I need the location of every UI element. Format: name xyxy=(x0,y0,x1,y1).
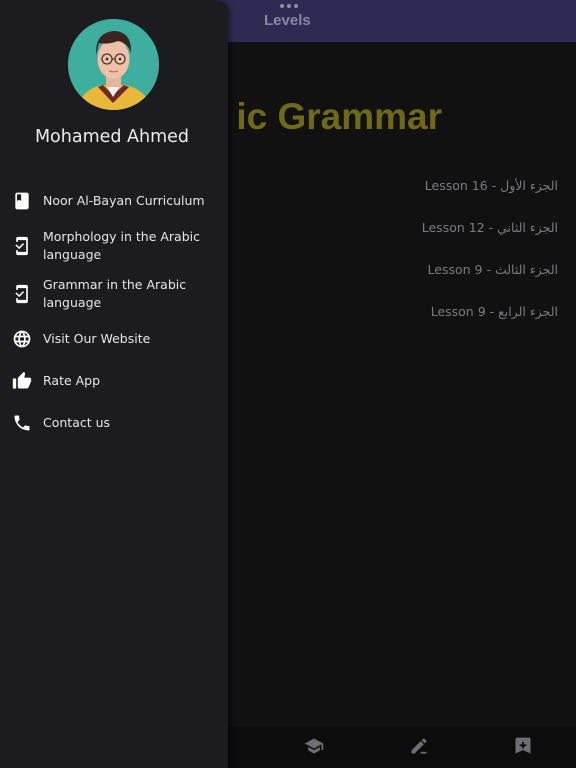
phone-icon xyxy=(12,413,32,433)
menu-item-visit-website[interactable]: Visit Our Website xyxy=(0,329,228,349)
menu-item-label: Rate App xyxy=(43,373,101,388)
lesson-item[interactable]: الجزء الثالث - Lesson 9 xyxy=(428,262,558,277)
menu-item-rate-app[interactable]: Rate App xyxy=(0,371,228,391)
menu-item-grammar[interactable]: Grammar in the Arabic language xyxy=(0,275,228,313)
lesson-item[interactable]: الجزء الثاني - Lesson 12 xyxy=(422,220,558,235)
menu-item-label: Visit Our Website xyxy=(43,331,151,346)
edit-note-icon[interactable] xyxy=(409,736,429,756)
menu-item-noor-al-bayan[interactable]: Noor Al-Bayan Curriculum xyxy=(0,191,228,211)
more-dots-icon[interactable] xyxy=(280,4,298,10)
globe-icon xyxy=(12,329,32,349)
menu-item-label: Noor Al-Bayan Curriculum xyxy=(43,193,205,208)
bookmark-icon[interactable] xyxy=(513,736,533,756)
avatar[interactable] xyxy=(68,19,159,110)
menu-item-label: Contact us xyxy=(43,415,111,430)
menu-item-contact-us[interactable]: Contact us xyxy=(0,413,228,433)
lesson-item[interactable]: الجزء الأول - Lesson 16 xyxy=(425,178,558,193)
user-name: Mohamed Ahmed xyxy=(34,127,190,147)
navigation-drawer: Mohamed Ahmed Noor Al-Bayan Curriculum M… xyxy=(0,0,228,768)
phone-link-icon xyxy=(12,284,32,304)
thumbs-up-icon xyxy=(12,371,32,391)
graduation-cap-icon[interactable] xyxy=(304,736,324,756)
page-header-title: Levels xyxy=(264,12,311,29)
menu-item-morphology[interactable]: Morphology in the Arabic language xyxy=(0,227,228,265)
menu-item-label: Morphology in the Arabic language xyxy=(43,229,200,262)
phone-link-icon xyxy=(12,236,32,256)
menu-item-label: Grammar in the Arabic language xyxy=(43,277,187,310)
book-icon xyxy=(12,191,32,211)
lesson-item[interactable]: الجزء الرابع - Lesson 9 xyxy=(431,304,558,319)
